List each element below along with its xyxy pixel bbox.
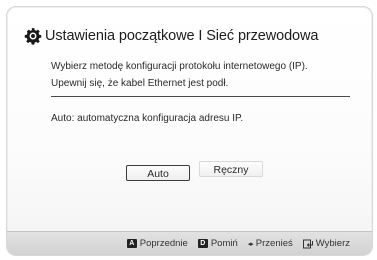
instructions: Wybierz metodę konfiguracji protokołu in… bbox=[51, 59, 351, 91]
auto-description: Auto: automatyczna konfiguracja adresu I… bbox=[51, 113, 244, 124]
hint-label: Poprzednie bbox=[139, 238, 188, 249]
hint-label: Wybierz bbox=[315, 238, 350, 249]
enter-icon bbox=[302, 239, 313, 248]
auto-button[interactable]: Auto bbox=[126, 165, 190, 181]
hint-skip: D Pomiń bbox=[197, 238, 238, 249]
footer-hints: A Poprzednie D Pomiń ◂▸ Przenieś Wybierz bbox=[7, 231, 372, 255]
setup-dialog: Ustawienia początkowe I Sieć przewodowa … bbox=[6, 6, 373, 256]
a-key-icon: A bbox=[126, 239, 137, 248]
hint-previous: A Poprzednie bbox=[126, 238, 188, 249]
hint-select: Wybierz bbox=[302, 238, 350, 249]
divider bbox=[51, 96, 350, 97]
gear-icon bbox=[24, 28, 42, 45]
hint-move: ◂▸ Przenieś bbox=[248, 238, 293, 249]
hint-label: Przenieś bbox=[255, 238, 293, 249]
instruction-line: Wybierz metodę konfiguracji protokołu in… bbox=[51, 61, 308, 72]
instruction-line: Upewnij się, że kabel Ethernet jest podł… bbox=[51, 78, 229, 89]
d-key-icon: D bbox=[197, 239, 208, 248]
title-row: Ustawienia początkowe I Sieć przewodowa bbox=[24, 25, 318, 47]
dialog-title: Ustawienia początkowe I Sieć przewodowa bbox=[45, 28, 319, 44]
manual-button[interactable]: Ręczny bbox=[199, 161, 263, 177]
hint-label: Pomiń bbox=[210, 238, 238, 249]
left-right-arrows-icon: ◂▸ bbox=[247, 240, 254, 248]
